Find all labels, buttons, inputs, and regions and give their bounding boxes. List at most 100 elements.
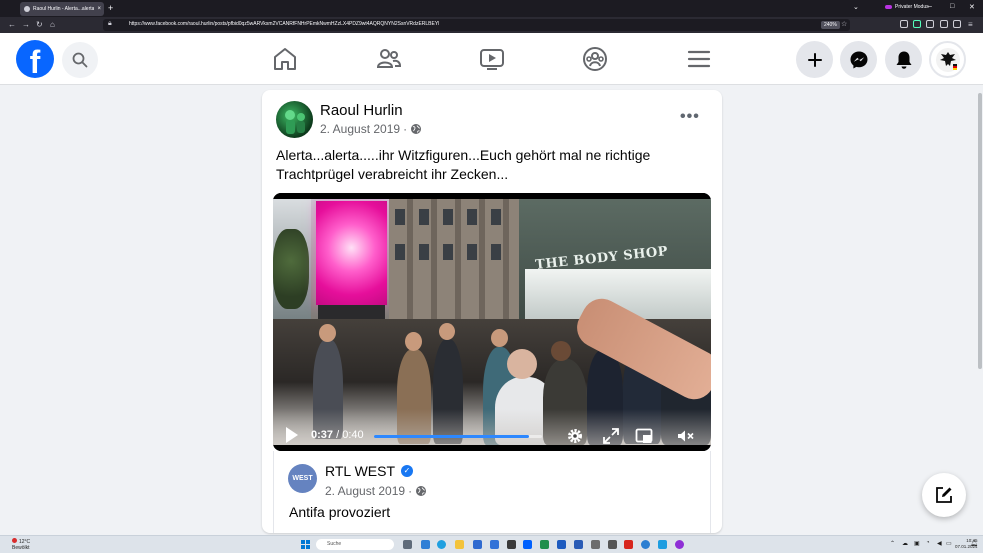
onedrive-icon[interactable]: ☁ <box>902 540 908 547</box>
post-text: Alerta...alerta.....ihr Witzfiguren...Eu… <box>276 147 651 182</box>
post-date[interactable]: 2. August 2019 <box>320 122 400 136</box>
lock-icon[interactable]: 🔒︎ <box>108 20 112 28</box>
browser-tab[interactable]: Raoul Hurlin - Alerta...alerta..... × <box>20 2 104 16</box>
post-options-button[interactable]: ••• <box>680 108 700 126</box>
scrollbar-thumb[interactable] <box>978 93 982 369</box>
back-arrow-icon[interactable]: ← <box>8 20 16 30</box>
edge-icon[interactable] <box>437 540 446 549</box>
new-tab-button[interactable]: + <box>108 3 113 13</box>
new-message-button[interactable] <box>922 473 966 517</box>
bookmark-star-icon[interactable]: ☆ <box>841 20 847 28</box>
friends-icon[interactable] <box>376 46 402 72</box>
widgets-icon[interactable] <box>421 540 430 549</box>
person-head <box>507 349 537 379</box>
messenger-button[interactable] <box>840 41 877 78</box>
settings-gear-icon[interactable] <box>566 427 584 445</box>
building-window <box>491 244 501 260</box>
weather-icon <box>12 538 17 543</box>
settings-app-icon[interactable] <box>507 540 516 549</box>
profile-avatar[interactable] <box>929 41 966 78</box>
list-all-tabs-button[interactable]: ⌄ <box>853 3 859 11</box>
firefox-private-icon[interactable] <box>675 540 684 549</box>
store-icon[interactable] <box>473 540 482 549</box>
network-icon[interactable]: ◔ <box>926 540 930 546</box>
video-player[interactable]: THE BODY SHOP 0:37 / 0:40 <box>273 193 711 451</box>
menu-icon[interactable] <box>686 46 712 72</box>
author-name[interactable]: Raoul Hurlin <box>320 102 403 119</box>
excel-icon[interactable] <box>540 540 549 549</box>
browser-app-icon[interactable] <box>641 540 650 549</box>
shield-icon[interactable] <box>900 20 908 28</box>
groups-icon[interactable] <box>582 46 608 72</box>
page-scrollbar[interactable] <box>977 85 983 533</box>
avatar-figure-icon <box>285 110 305 134</box>
shared-author-name[interactable]: RTL WEST <box>325 463 395 479</box>
shared-post-date[interactable]: 2. August 2019 <box>325 484 405 498</box>
muted-speaker-icon[interactable] <box>676 427 694 445</box>
windows-start-icon[interactable] <box>301 540 310 549</box>
reload-icon[interactable]: ↻ <box>36 20 43 30</box>
video-controls: 0:37 / 0:40 <box>273 421 711 445</box>
video-progress-bar[interactable] <box>374 435 542 438</box>
forward-arrow-icon[interactable]: → <box>22 20 30 30</box>
address-bar[interactable]: 🔒︎ https://www.facebook.com/raoul.hurlin… <box>103 19 850 31</box>
taskbar-search[interactable]: Suche <box>316 539 394 550</box>
weather-widget[interactable]: 12°C Bewölkt <box>12 538 30 551</box>
picture-in-picture-icon[interactable] <box>635 427 653 445</box>
notification-bell-icon[interactable]: 🔔︎ <box>970 540 978 547</box>
search-button[interactable] <box>62 42 98 78</box>
plus-icon <box>807 52 822 67</box>
tray-chevron-icon[interactable]: ⌃ <box>890 540 895 547</box>
battery-icon[interactable]: ▭ <box>946 540 952 547</box>
building-window <box>419 209 429 225</box>
weather-condition: Bewölkt <box>12 545 30 551</box>
play-icon[interactable] <box>286 427 298 443</box>
create-button[interactable] <box>796 41 833 78</box>
minimize-button[interactable]: – <box>928 3 932 10</box>
fullscreen-icon[interactable] <box>602 427 620 445</box>
compose-pencil-icon <box>936 487 952 503</box>
tab-favicon-icon <box>24 6 30 12</box>
notepad-icon[interactable] <box>591 540 600 549</box>
building-window <box>395 209 405 225</box>
home-icon[interactable] <box>272 46 298 72</box>
outlook-icon[interactable] <box>557 540 566 549</box>
file-explorer-icon[interactable] <box>455 540 464 549</box>
mail-icon[interactable] <box>490 540 499 549</box>
video-watch-icon[interactable] <box>479 46 505 72</box>
shared-post-text: Antifa provoziert <box>289 504 391 520</box>
menu-hamburger-icon[interactable]: ≡ <box>968 20 973 30</box>
notifications-button[interactable] <box>885 41 922 78</box>
zoom-level-badge[interactable]: 240% <box>821 21 840 29</box>
url-text[interactable]: https://www.facebook.com/raoul.hurlin/po… <box>129 21 439 27</box>
photos-icon[interactable] <box>658 540 667 549</box>
shared-author-avatar[interactable]: WEST <box>288 464 317 493</box>
pdf-reader-icon[interactable] <box>624 540 633 549</box>
tab-close-button[interactable]: × <box>94 6 104 12</box>
volume-icon[interactable]: ◀ <box>937 540 942 547</box>
video-frame[interactable]: THE BODY SHOP 0:37 / 0:40 <box>273 199 711 445</box>
dropbox-icon[interactable] <box>523 540 532 549</box>
private-mode-indicator: Privater Modus <box>885 4 929 10</box>
shared-author: RTL WEST ✓ <box>325 463 414 479</box>
start-icon-pane <box>301 545 305 549</box>
extensions-puzzle-icon[interactable] <box>953 20 961 28</box>
account-icon[interactable] <box>940 20 948 28</box>
start-icon-pane <box>306 545 310 549</box>
app-icon[interactable] <box>608 540 617 549</box>
facebook-logo-icon[interactable]: f <box>16 40 54 78</box>
download-icon[interactable] <box>913 20 921 28</box>
building-window <box>443 244 453 260</box>
task-view-icon[interactable] <box>403 540 412 549</box>
building-window <box>395 244 405 260</box>
window-close-button[interactable]: ✕ <box>969 3 975 11</box>
word-icon[interactable] <box>574 540 583 549</box>
tray-app-icon[interactable]: ▣ <box>914 540 920 547</box>
author-avatar[interactable] <box>276 101 313 138</box>
home-icon[interactable]: ⌂ <box>50 20 55 30</box>
maximize-button[interactable]: □ <box>950 3 954 10</box>
current-time: 0:37 <box>311 429 334 441</box>
person-head <box>319 324 336 342</box>
extension-icon[interactable] <box>926 20 934 28</box>
shared-post[interactable]: WEST RTL WEST ✓ 2. August 2019 · Antifa … <box>273 451 711 533</box>
